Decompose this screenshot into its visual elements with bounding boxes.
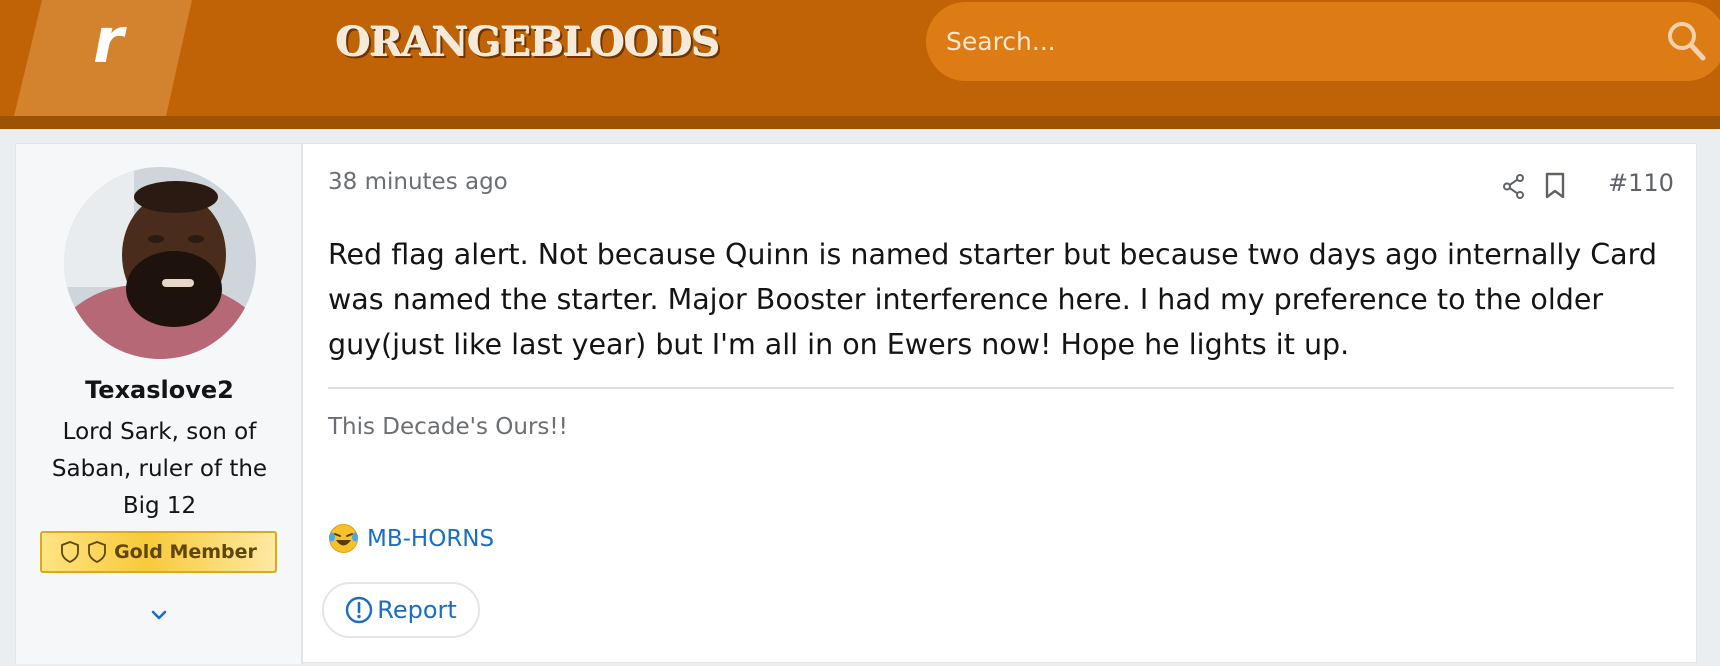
report-label: Report bbox=[377, 596, 457, 624]
search-icon[interactable] bbox=[1666, 20, 1706, 62]
post-body: Red flag alert. Not because Quinn is nam… bbox=[328, 238, 1657, 361]
username[interactable]: Texaslove2 bbox=[16, 376, 303, 404]
post-content: 38 minutes ago #110 Red flag alert. Not … bbox=[303, 144, 1697, 664]
user-signature: This Decade's Ours!! bbox=[328, 414, 568, 440]
post-card: Texaslove2 Lord Sark, son of Saban, rule… bbox=[15, 143, 1697, 664]
svg-text:r: r bbox=[93, 4, 127, 77]
signature-divider bbox=[328, 387, 1674, 389]
chevron-down-icon[interactable] bbox=[146, 606, 172, 624]
post-timestamp[interactable]: 38 minutes ago bbox=[328, 169, 508, 195]
shield-icon bbox=[61, 541, 79, 563]
post-author-panel: Texaslove2 Lord Sark, son of Saban, rule… bbox=[16, 144, 303, 664]
badge-label: Gold Member bbox=[114, 541, 257, 563]
user-title: Lord Sark, son of Saban, ruler of the Bi… bbox=[51, 419, 268, 519]
post-number-link[interactable]: #110 bbox=[1608, 169, 1674, 197]
exclamation-circle-icon bbox=[346, 596, 373, 624]
avatar[interactable] bbox=[64, 167, 256, 359]
membership-badge: Gold Member bbox=[40, 531, 277, 573]
reaction-user-link[interactable]: MB-HORNS bbox=[367, 526, 494, 552]
header-divider bbox=[0, 116, 1720, 129]
rivals-logo-icon[interactable]: r bbox=[14, 0, 192, 116]
laughing-crying-emoji-icon bbox=[329, 524, 358, 553]
search-bar bbox=[926, 2, 1720, 81]
share-icon[interactable] bbox=[1501, 173, 1526, 200]
search-input[interactable] bbox=[946, 2, 1626, 81]
reactions-bar[interactable]: MB-HORNS bbox=[328, 523, 494, 554]
site-logo-text[interactable]: ORANGEBLOODS bbox=[336, 14, 721, 70]
report-button[interactable]: Report bbox=[322, 582, 480, 638]
shield-icon bbox=[88, 541, 106, 563]
bookmark-icon[interactable] bbox=[1543, 172, 1567, 200]
site-header: r ORANGEBLOODS bbox=[0, 0, 1720, 116]
